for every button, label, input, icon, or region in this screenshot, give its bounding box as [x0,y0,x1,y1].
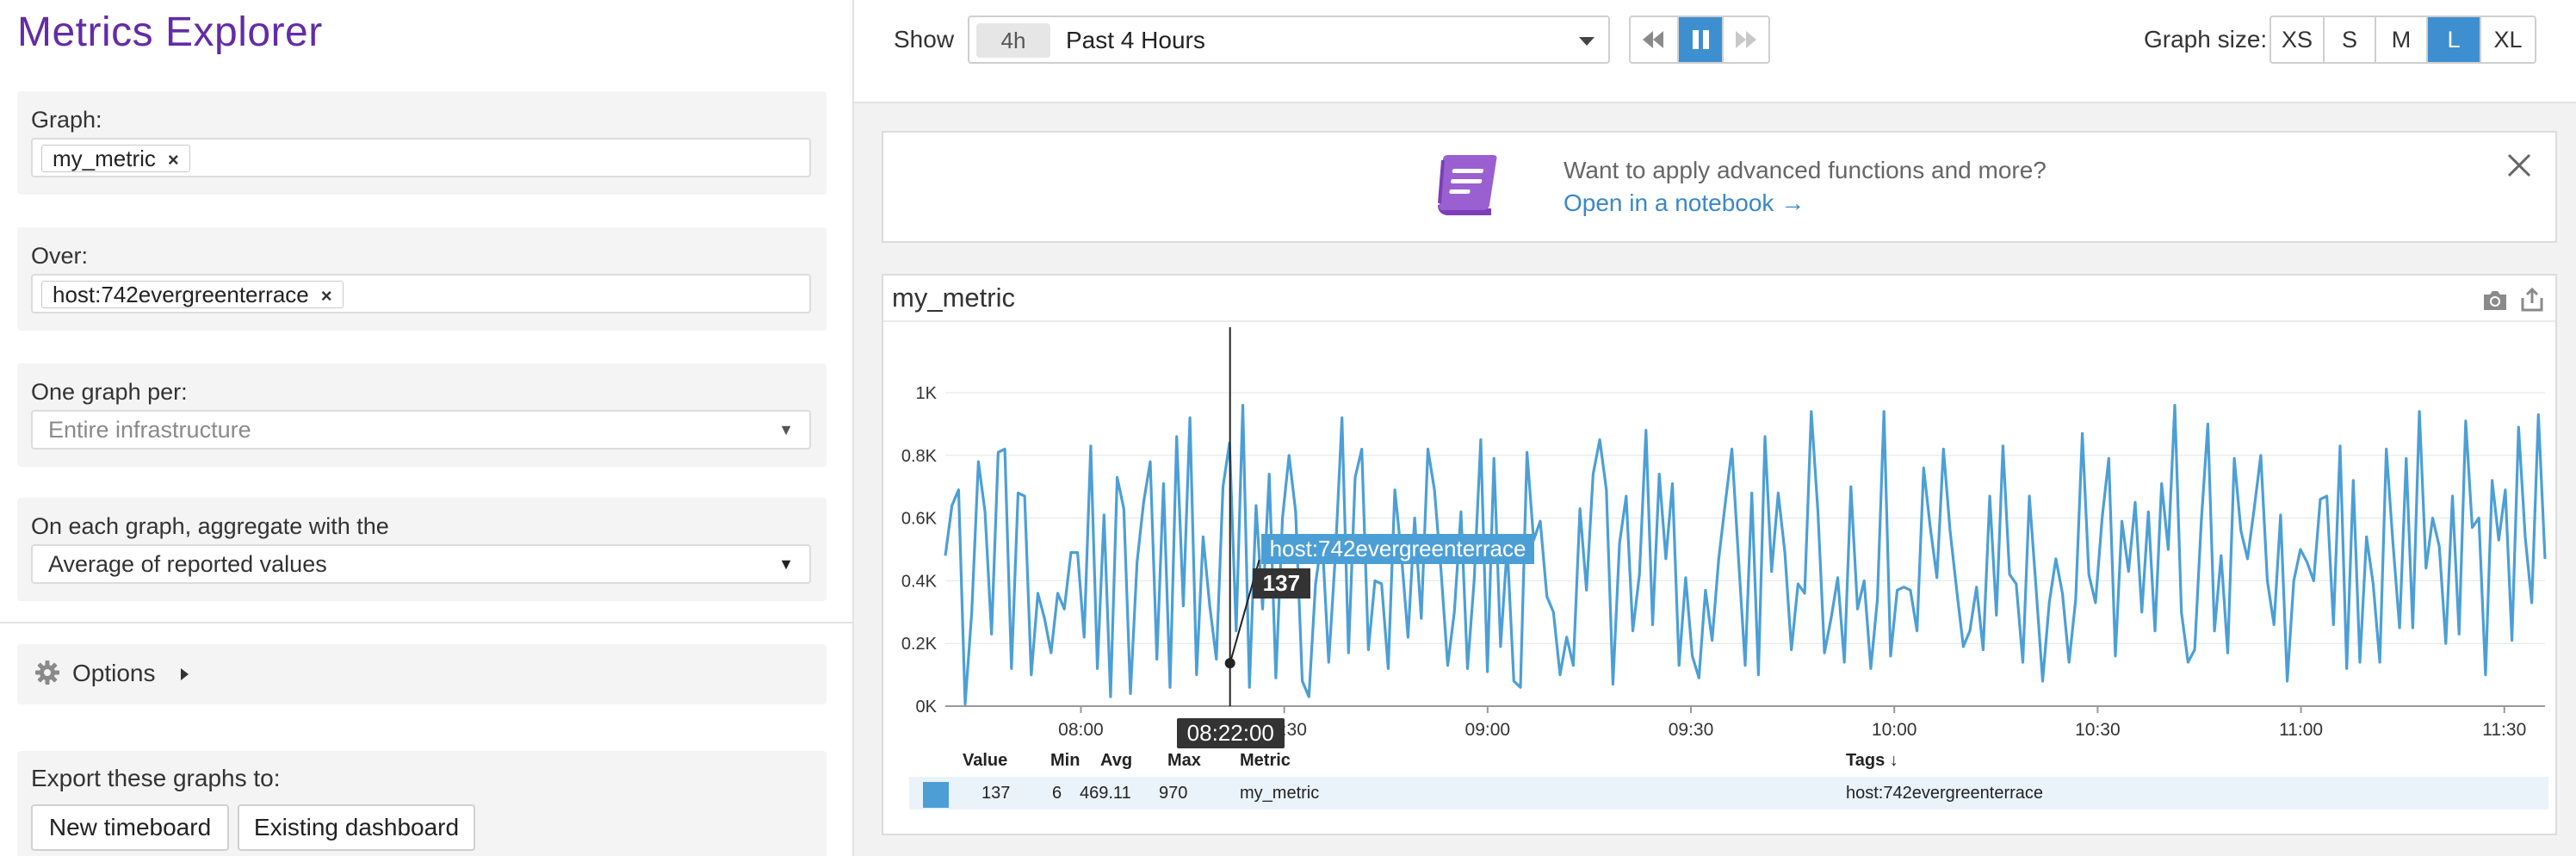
graph-size-l[interactable]: L [2428,17,2481,62]
export-section: Export these graphs to: New timeboard Ex… [17,751,827,856]
y-tick-label: 0.8K [901,447,938,466]
new-timeboard-button[interactable]: New timeboard [31,804,229,851]
rewind-icon [1643,31,1663,48]
export-label: Export these graphs to: [31,765,281,791]
legend-header-max: Max [1167,751,1201,770]
one-graph-per-select[interactable]: Entire infrastructure ▼ [31,410,811,450]
aggregate-label: On each graph, aggregate with the [31,513,389,539]
x-tick-label: 09:00 [1465,720,1511,740]
toolbar: Show 4h Past 4 Hours Graph size: XS S M … [854,0,2576,103]
options-label: Options [72,660,156,686]
aggregate-section: On each graph, aggregate with the Averag… [17,498,827,601]
fast-forward-icon [1736,31,1756,48]
x-tick-label: 11:30 [2482,720,2526,740]
graph-size-selector: XS S M L XL [2269,16,2536,64]
timeseries-chart[interactable]: 0K0.2K0.4K0.6K0.8K1K08:0008:3009:0009:30… [883,276,2555,751]
tooltip-value: 137 [1252,568,1311,599]
graph-size-xl[interactable]: XL [2481,17,2535,62]
gear-icon [35,661,59,685]
pause-icon [1693,30,1709,49]
y-tick-label: 0.4K [901,572,938,591]
one-graph-per-label: One graph per: [31,379,188,405]
x-tick-label: 10:00 [1872,720,1917,740]
series-line [944,404,2547,706]
query-panel: Metrics Explorer Graph: my_metric × Over:… [0,0,854,856]
metric-tag: my_metric × [41,145,190,172]
graph-widget: my_metric 0K0.2K0.4K0.6K0.8K1K08:0008:30… [882,274,2557,835]
options-toggle[interactable]: Options [17,644,827,704]
time-range-pill: 4h [976,23,1050,58]
scope-tag-label: host:742evergreenterrace [53,282,309,307]
close-icon[interactable] [2504,150,2535,181]
open-notebook-link[interactable]: Open in a notebook → [1564,189,1805,217]
legend-header-value: Value [963,751,1008,770]
one-graph-per-section: One graph per: Entire infrastructure ▼ [17,363,827,467]
graph-size-xs[interactable]: XS [2271,17,2325,62]
playback-controls [1629,16,1770,64]
legend-row[interactable]: 137 6 469.11 970 my_metric host:742everg… [909,777,2548,809]
graph-size-m[interactable]: M [2376,17,2428,62]
legend-header-min: Min [1050,751,1081,770]
time-range-select[interactable]: 4h Past 4 Hours [968,16,1610,64]
legend-metric: my_metric [1240,784,1320,803]
legend-header-tags[interactable]: Tags ↓ [1846,751,1898,771]
legend-max: 970 [1159,784,1188,803]
notebook-icon [1438,155,1497,215]
legend-tags: host:742evergreenterrace [1846,784,2044,803]
caret-right-icon [181,668,189,680]
x-tick-label: 10:30 [2075,720,2121,740]
x-tick-label: 11:00 [2279,720,2323,740]
remove-metric-icon[interactable]: × [168,149,179,171]
x-tick-label: 09:30 [1669,720,1714,740]
legend-avg: 469.11 [1080,784,1131,803]
y-tick-label: 0K [916,698,938,716]
graph-size-s[interactable]: S [2325,17,2376,62]
aggregate-value: Average of reported values [48,551,327,577]
chevron-down-icon [1579,37,1595,46]
time-range-label: Past 4 Hours [1066,27,1205,53]
x-tick-label: 08:00 [1058,720,1104,740]
fast-forward-button[interactable] [1724,17,1768,62]
remove-scope-icon[interactable]: × [321,285,332,307]
page-title: Metrics Explorer [17,9,323,55]
graph-label: Graph: [31,107,102,133]
graph-size-label: Graph size: [2144,26,2268,53]
aggregate-select[interactable]: Average of reported values ▼ [31,544,811,584]
tooltip-host: host:742evergreenterrace [1260,534,1535,564]
rewind-button[interactable] [1631,17,1677,62]
series-color-swatch [923,782,949,808]
y-tick-label: 0.2K [901,635,938,654]
graph-legend: Value Min Avg Max Metric Tags ↓ 137 6 46… [909,751,2548,813]
legend-min: 6 [1052,784,1062,803]
existing-dashboard-button[interactable]: Existing dashboard [238,804,475,851]
chevron-down-icon: ▼ [778,555,794,573]
show-label: Show [894,26,955,53]
chevron-down-icon: ▼ [778,421,794,438]
pause-button[interactable] [1677,17,1724,62]
graph-section: Graph: my_metric × [17,91,827,195]
over-scope-input[interactable]: host:742evergreenterrace × [31,274,811,313]
tooltip-time: 08:22:00 [1176,718,1285,748]
y-tick-label: 0.6K [901,510,938,529]
legend-header-metric: Metric [1240,751,1291,770]
banner-question: Want to apply advanced functions and mor… [1564,157,2047,183]
y-tick-label: 1K [916,384,938,403]
divider [0,622,852,623]
metric-tag-label: my_metric [53,146,156,171]
results-panel: Show 4h Past 4 Hours Graph size: XS S M … [854,0,2576,856]
legend-header-avg: Avg [1100,751,1133,770]
notebook-banner: Want to apply advanced functions and mor… [882,131,2557,243]
legend-value: 137 [981,784,1011,803]
one-graph-per-value: Entire infrastructure [48,417,251,443]
graph-metric-input[interactable]: my_metric × [31,138,811,177]
over-label: Over: [31,243,89,269]
over-section: Over: host:742evergreenterrace × [17,227,827,331]
scope-tag: host:742evergreenterrace × [41,281,344,308]
